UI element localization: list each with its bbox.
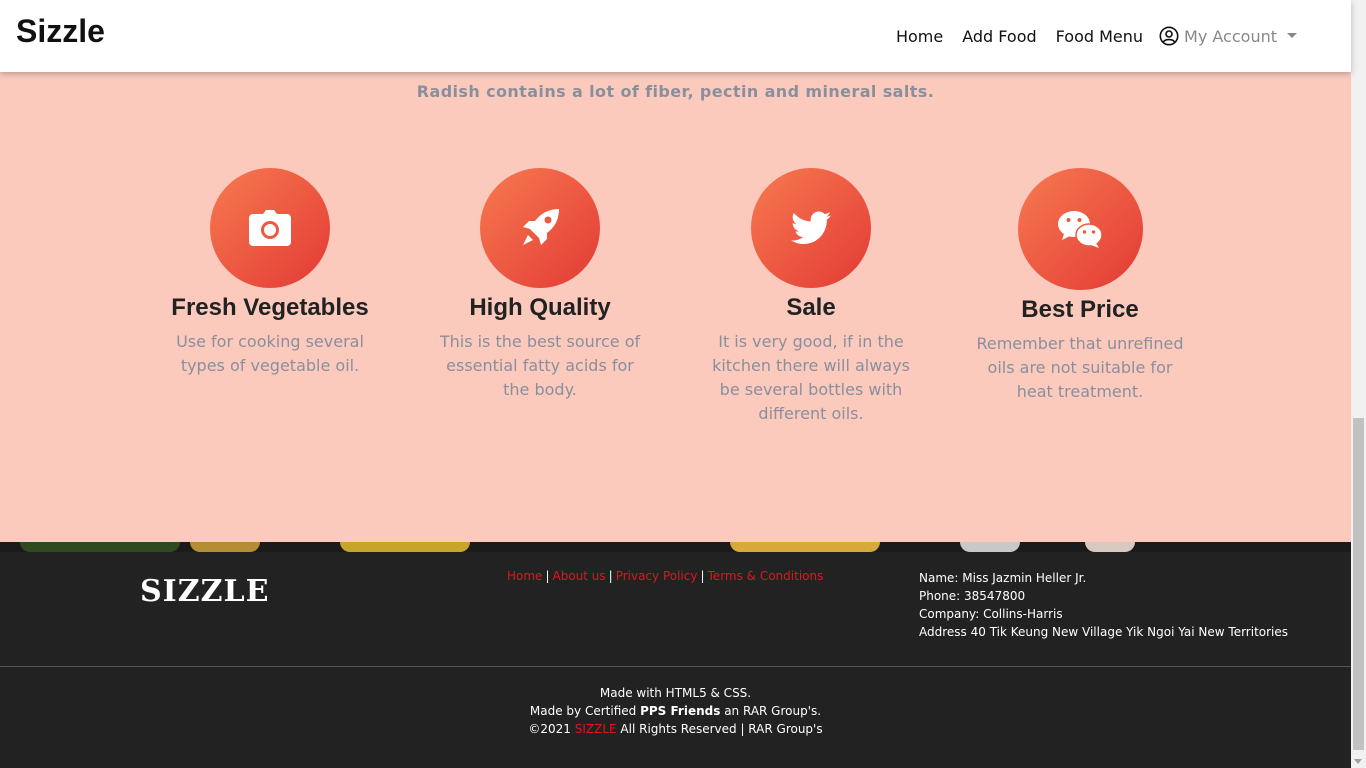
footer-image-strip <box>0 542 1351 552</box>
feature-icon-circle <box>1017 168 1143 290</box>
feature-title: High Quality <box>469 294 611 321</box>
copyright-suffix: All Rights Reserved | RAR Group's <box>616 722 823 736</box>
link-separator: | <box>700 569 705 583</box>
footer-link-privacy-policy[interactable]: Privacy Policy <box>616 569 698 583</box>
my-account-dropdown[interactable]: My Account <box>1159 26 1297 46</box>
top-navbar: Sizzle Home Add Food Food Menu My Accoun… <box>0 0 1351 72</box>
scrollbar-thumb[interactable] <box>1353 418 1364 750</box>
contact-address: Address 40 Tik Keung New Village Yik Ngo… <box>919 625 1289 639</box>
made-by-prefix: Made by Certified <box>529 704 641 718</box>
made-by-suffix: an RAR Group's. <box>720 704 822 718</box>
footer-link-home[interactable]: Home <box>507 569 542 583</box>
nav-link-add-food[interactable]: Add Food <box>962 27 1036 46</box>
page-scrollbar[interactable] <box>1351 0 1366 768</box>
chevron-down-icon <box>1287 32 1297 38</box>
scroll-down-arrow-icon[interactable] <box>1354 759 1362 764</box>
nav-link-home[interactable]: Home <box>896 27 943 46</box>
nav-link-food-menu[interactable]: Food Menu <box>1056 27 1143 46</box>
feature-high-quality: High Quality This is the best source of … <box>425 168 655 402</box>
contact-phone: Phone: 38547800 <box>919 589 1026 603</box>
feature-icon-circle <box>751 168 871 288</box>
made-by-text: Made by Certified PPS Friends an RAR Gro… <box>0 702 1351 720</box>
footer: SIZZLE Home | About us | Privacy Policy | Term… <box>0 552 1351 768</box>
rocket-icon <box>523 209 559 245</box>
feature-title: Sale <box>786 294 836 321</box>
twitter-icon <box>791 211 831 244</box>
brand-logo[interactable]: Sizzle <box>16 13 105 50</box>
feature-description: Remember that unrefined oils are not sui… <box>976 334 1184 401</box>
camera-icon <box>249 210 291 246</box>
contact-company: Company: Collins-Harris <box>919 607 1063 621</box>
copyright-prefix: ©2021 <box>528 722 575 736</box>
feature-best-price: Best Price Remember that unrefined oils … <box>965 168 1195 404</box>
features-section: Radish contains a lot of fiber, pectin a… <box>0 0 1351 542</box>
feature-fresh-vegetables: Fresh Vegetables Use for cooking several… <box>155 168 385 378</box>
feature-title: Best Price <box>1021 296 1139 323</box>
feature-sale: Sale It is very good, if in the kitchen … <box>696 168 926 426</box>
my-account-label: My Account <box>1184 26 1277 46</box>
copyright-text: ©2021 SIZZLE All Rights Reserved | RAR G… <box>0 720 1351 738</box>
footer-credits: Made with HTML5 & CSS. Made by Certified… <box>0 684 1351 738</box>
link-separator: | <box>545 569 550 583</box>
features-tagline: Radish contains a lot of fiber, pectin a… <box>416 82 935 101</box>
footer-links: Home | About us | Privacy Policy | Terms & Con… <box>507 569 823 583</box>
footer-divider <box>0 666 1351 667</box>
made-with-text: Made with HTML5 & CSS. <box>599 686 752 700</box>
feature-icon-circle <box>210 168 330 288</box>
copyright-brand: SIZZLE <box>574 722 617 736</box>
wechat-icon <box>1058 211 1102 248</box>
feature-description: Use for cooking several types of vegetab… <box>176 332 364 375</box>
feature-icon-circle <box>480 168 600 288</box>
main-nav: Home Add Food Food Menu My Account <box>877 0 1297 72</box>
made-by-team: PPS Friends <box>640 704 721 718</box>
footer-contact: Name: Miss Jazmin Heller Jr. Phone: 3854… <box>919 569 1288 641</box>
footer-link-about-us[interactable]: About us <box>552 569 605 583</box>
contact-name: Name: Miss Jazmin Heller Jr. <box>919 571 1087 585</box>
feature-title: Fresh Vegetables <box>171 294 369 321</box>
footer-link-terms[interactable]: Terms & Conditions <box>708 569 824 583</box>
feature-description: It is very good, if in the kitchen there… <box>712 332 910 423</box>
link-separator: | <box>608 569 613 583</box>
footer-logo: SIZZLE <box>140 574 270 609</box>
user-circle-icon <box>1159 26 1179 46</box>
feature-description: This is the best source of essential fat… <box>439 332 641 399</box>
